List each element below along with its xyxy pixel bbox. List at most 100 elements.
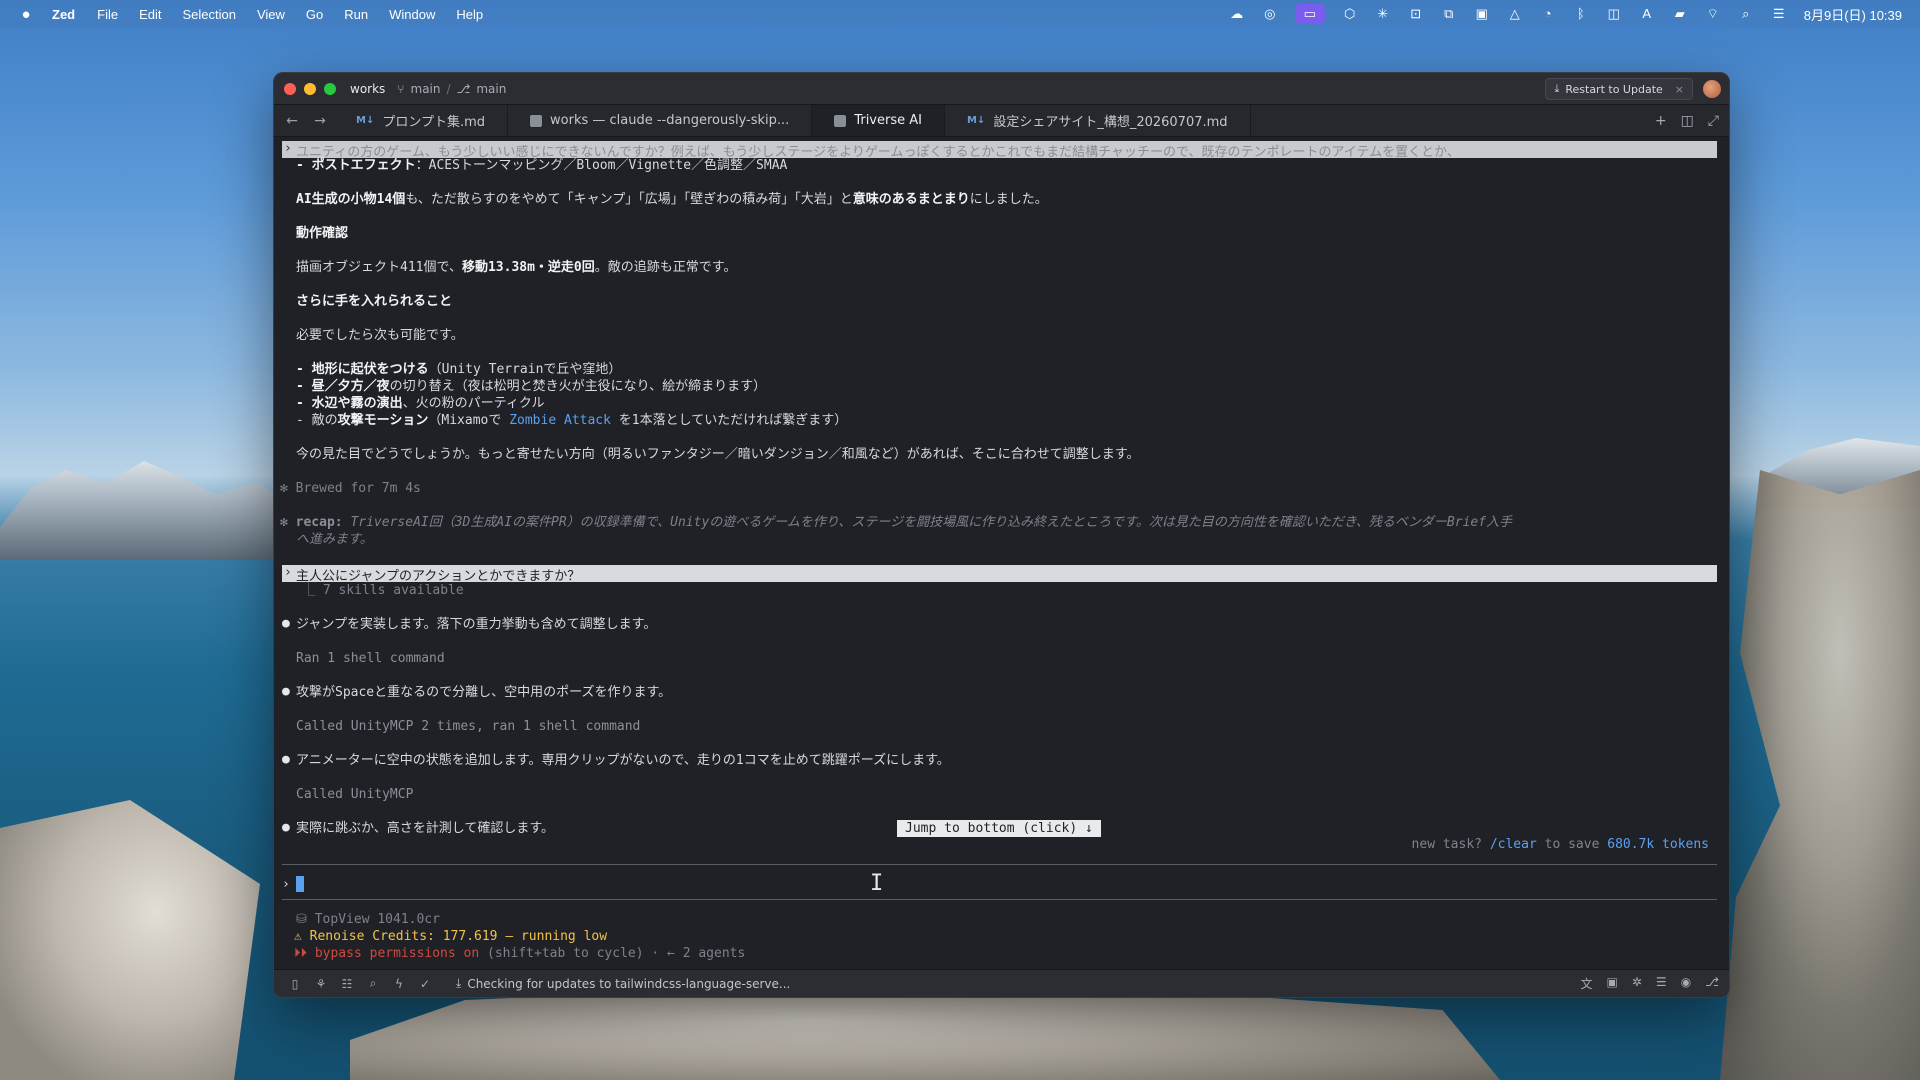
menu-clock[interactable]: 8月9日(日) 10:39	[1804, 5, 1902, 24]
battery-icon[interactable]: ▰	[1672, 7, 1688, 21]
menu-go[interactable]: Go	[306, 7, 323, 22]
new-tab-plus-icon[interactable]: +	[1655, 113, 1667, 129]
tab-navigation: ← →	[274, 105, 334, 136]
display-icon[interactable]: ◫	[1606, 7, 1622, 21]
menu-status-area: ☁ ◎ ▭ ⬡ ✳ ⊡ ⧉ ▣ △ ◔ ᛒ ◫ A ▰ ⌔ ⌕ ☰ 8月9日(日…	[1229, 0, 1902, 28]
git-branch-icon[interactable]: ⎇	[1705, 975, 1719, 992]
agent-icon[interactable]: ◉	[1681, 975, 1691, 992]
branch-icon: ⑂	[397, 81, 405, 96]
sparkle-icon[interactable]: ✳	[1375, 7, 1391, 21]
background-mountains-left	[0, 461, 300, 560]
lightning-icon[interactable]: ϟ	[386, 977, 412, 991]
branch-name-2[interactable]: main	[476, 82, 506, 96]
split-pane-icon[interactable]: ◫	[1681, 113, 1694, 129]
option-terrain: - 地形に起伏をつける（Unity Terrainで丘や窪地）	[296, 362, 622, 377]
markdown-icon: M↓	[966, 115, 986, 126]
list-icon[interactable]: ☰	[1656, 975, 1667, 992]
cube-icon[interactable]: ⬡	[1342, 7, 1358, 21]
screen-share-icon[interactable]: ▭	[1294, 4, 1325, 24]
dismiss-update-icon[interactable]: ×	[1675, 83, 1684, 96]
prompt-chevron-icon: ›	[284, 565, 292, 580]
sidebar-toggle-icon[interactable]: ▯	[282, 977, 308, 991]
box-icon[interactable]: ▣	[1474, 7, 1490, 21]
step-animator-tool[interactable]: Called UnityMCP	[296, 786, 1717, 803]
bluetooth-icon[interactable]: ᛒ	[1573, 7, 1589, 21]
control-center-icon[interactable]: ☰	[1771, 7, 1787, 21]
branch-name-1[interactable]: main	[411, 82, 441, 96]
step-jump-impl: ジャンプを実装します。落下の重力挙動も含めて調整します。	[296, 617, 657, 632]
menu-edit[interactable]: Edit	[139, 7, 161, 22]
menu-run[interactable]: Run	[344, 7, 368, 22]
tab-label: Triverse AI	[854, 113, 922, 128]
option-daynight: - 昼／夕方／夜の切り替え（夜は松明と焚き火が主役になり、絵が締まります）	[296, 379, 767, 394]
ai-items-line: AI生成の小物14個も、ただ散らすのをやめて「キャンプ」「広場」「壁ぎわの積み荷…	[296, 192, 1048, 207]
warning-icon: ⚠	[294, 929, 310, 944]
cloud-sync-icon[interactable]: ☁	[1229, 7, 1245, 21]
git-icon: ⎇	[456, 81, 471, 96]
clear-command-link[interactable]: /clear	[1490, 837, 1537, 852]
tab-triverse-ai[interactable]: Triverse AI	[812, 105, 945, 136]
screenshot-icon[interactable]: ⊡	[1408, 7, 1424, 21]
terminal-panel-icon[interactable]: ▣	[1607, 975, 1618, 992]
more-heading: さらに手を入れられること	[296, 294, 453, 309]
menu-app-name[interactable]: Zed	[52, 7, 75, 22]
close-window-button[interactable]	[284, 82, 296, 95]
status-message: ⤓ Checking for updates to tailwindcss-la…	[456, 976, 791, 991]
maximize-icon[interactable]: ⤢	[1708, 113, 1719, 129]
menu-file[interactable]: File	[97, 7, 118, 22]
debug-icon[interactable]: ✲	[1632, 975, 1642, 992]
status-right-icons: 文 ▣ ✲ ☰ ◉ ⎇	[1581, 975, 1720, 992]
translate-icon[interactable]: 文	[1581, 975, 1593, 992]
jump-to-bottom-button[interactable]: Jump to bottom (click) ↓	[897, 820, 1101, 837]
tab-works-claude[interactable]: works — claude --dangerously-skip...	[508, 105, 813, 136]
menu-help[interactable]: Help	[456, 7, 483, 22]
footer-permission-mode: ⏵⏵ bypass permissions on (shift+tab to c…	[294, 946, 746, 961]
skills-line: ⎿ 7 skills available	[302, 583, 464, 598]
step-bullet-icon: ●	[282, 820, 290, 835]
tab-label: プロンプト集.md	[382, 115, 486, 130]
menu-window[interactable]: Window	[389, 7, 435, 22]
tab-label: works — claude --dangerously-skip...	[550, 113, 790, 128]
apple-icon[interactable]: ●	[0, 6, 52, 23]
project-name[interactable]: works	[350, 82, 385, 96]
user-avatar[interactable]	[1703, 80, 1721, 98]
check-line: 描画オブジェクト411個で、移動13.38m・逆走0回。敵の追跡も正常です。	[296, 260, 737, 275]
traffic-lights	[284, 82, 336, 95]
zombie-attack-link[interactable]: Zombie Attack	[509, 413, 611, 428]
window-icon[interactable]: ⧉	[1441, 7, 1457, 21]
input-bottom-rule	[282, 899, 1717, 900]
collab-icon[interactable]: ⚘	[308, 977, 334, 991]
step-animator: アニメーターに空中の状態を追加します。専用クリップがないので、走りの1コマを止め…	[296, 753, 950, 768]
drive-icon[interactable]: △	[1507, 7, 1523, 21]
recap-line: ✻ recap: TriverseAI回（3D生成AIの案件PR）の収録準備で、…	[280, 515, 1513, 530]
forward-arrow-icon[interactable]: →	[314, 113, 326, 129]
footer-topview: ⛁ TopView 1041.0cr	[296, 912, 440, 927]
tab-prompt-collection[interactable]: M↓ プロンプト集.md	[334, 105, 509, 136]
more-intro: 必要でしたら次も可能です。	[296, 328, 464, 343]
restart-to-update-button[interactable]: ⤓ Restart to Update ×	[1545, 78, 1693, 100]
menu-view[interactable]: View	[257, 7, 285, 22]
outline-icon[interactable]: ☷	[334, 977, 360, 991]
minimize-window-button[interactable]	[304, 82, 316, 95]
zoom-window-button[interactable]	[324, 82, 336, 95]
terminal-pane[interactable]: › ユニティの方のゲーム、もう少しいい感じにできないんですか？例えば、もう少しス…	[274, 139, 1729, 969]
spotlight-icon[interactable]: ⌕	[1738, 7, 1754, 21]
input-cursor[interactable]	[296, 876, 304, 892]
ibeam-cursor-icon: I	[870, 871, 884, 896]
input-source-icon[interactable]: A	[1639, 7, 1655, 21]
status-bar: ▯ ⚘ ☷ ⌕ ϟ ✓ ⤓ Checking for updates to ta…	[274, 969, 1729, 997]
step-jump-tool[interactable]: Ran 1 shell command	[296, 650, 1717, 667]
chat-icon[interactable]: ◎	[1262, 7, 1278, 21]
menu-selection[interactable]: Selection	[182, 7, 235, 22]
vpn-icon[interactable]: ◔	[1540, 7, 1556, 21]
back-arrow-icon[interactable]: ←	[286, 113, 298, 129]
tab-settings-share-site[interactable]: M↓ 設定シェアサイト_構想_20260707.md	[945, 105, 1251, 136]
search-icon[interactable]: ⌕	[360, 976, 386, 991]
step-attack-tool[interactable]: Called UnityMCP 2 times, ran 1 shell com…	[296, 718, 1717, 735]
question-line: 今の見た目でどうでしょうか。もっと寄せたい方向（明るいファンタジー／暗いダンジョ…	[296, 447, 1140, 462]
wifi-icon[interactable]: ⌔	[1705, 7, 1721, 21]
tab-bar: ← → M↓ プロンプト集.md works — claude --danger…	[274, 105, 1729, 137]
checkmark-icon[interactable]: ✓	[412, 977, 438, 991]
brewed-line: ✻ Brewed for 7m 4s	[280, 481, 421, 496]
step-bullet-icon: ●	[282, 616, 290, 631]
